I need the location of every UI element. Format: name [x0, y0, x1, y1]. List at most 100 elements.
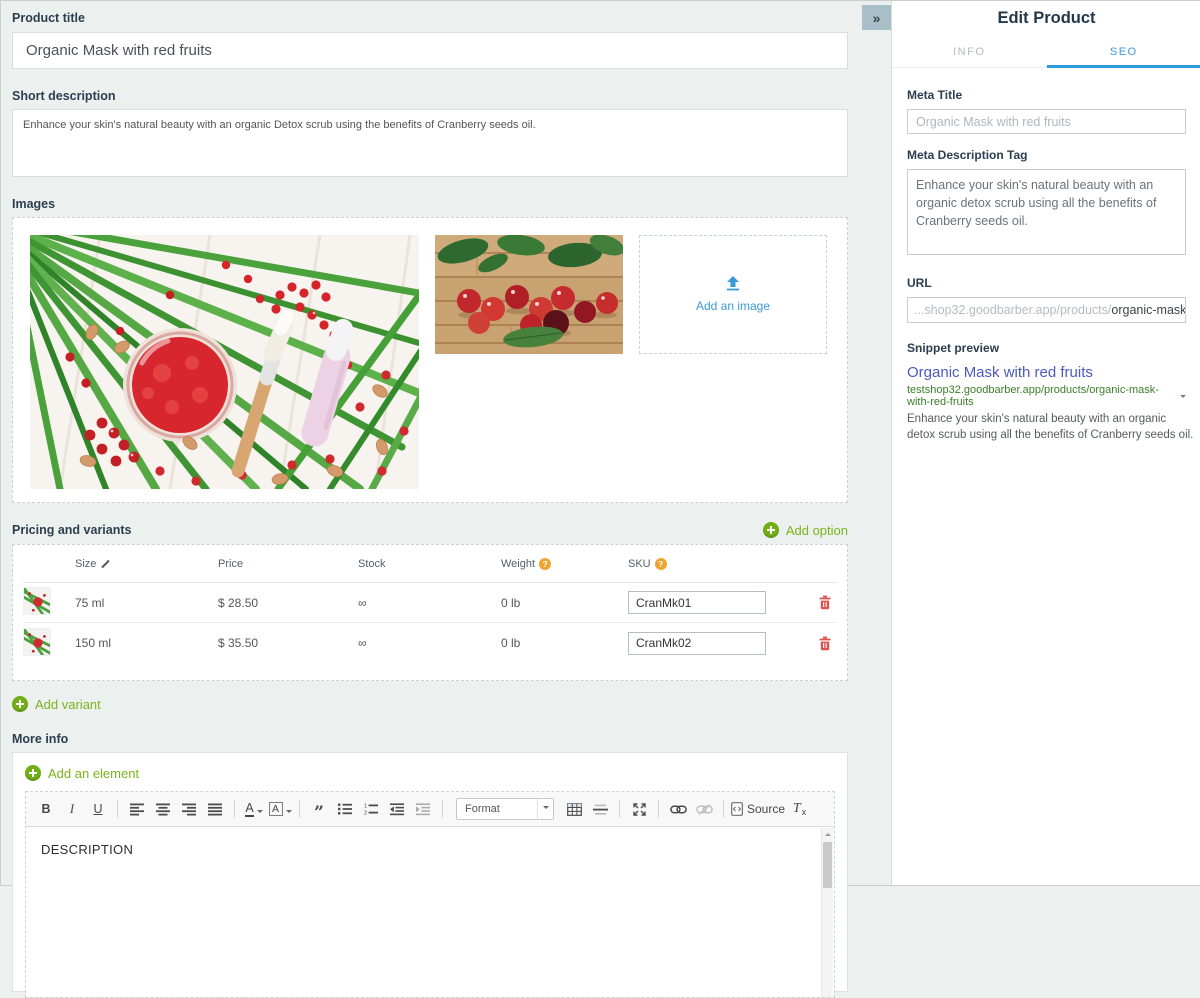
collapse-panel-button[interactable]: » [862, 5, 891, 30]
link-button[interactable] [666, 799, 690, 820]
format-dropdown-value: Format [465, 803, 500, 815]
blockquote-button[interactable]: ” [307, 799, 331, 820]
background-color-button[interactable]: A [268, 799, 292, 820]
toolbar-separator [442, 800, 443, 818]
add-image-label: Add an image [696, 299, 770, 313]
variant-row: 150 ml $ 35.50 ∞ 0 lb [23, 623, 837, 663]
scroll-up-arrow-icon[interactable] [822, 828, 833, 840]
toolbar-separator [299, 800, 300, 818]
add-variant-button[interactable]: Add variant [12, 696, 880, 712]
justify-button[interactable] [203, 799, 227, 820]
indent-button[interactable] [411, 799, 435, 820]
variant-stock: ∞ [358, 636, 501, 650]
source-label: Source [747, 802, 785, 816]
plus-icon [12, 696, 28, 712]
product-photo-cranberries[interactable] [435, 235, 623, 354]
numbered-list-button[interactable]: 12 [359, 799, 383, 820]
images-container: Add an image [12, 217, 848, 503]
horizontal-rule-button[interactable] [588, 799, 612, 820]
variant-row: 75 ml $ 28.50 ∞ 0 lb [23, 583, 837, 623]
svg-text:2: 2 [364, 811, 367, 815]
editor-content-area[interactable]: DESCRIPTION [26, 827, 834, 997]
result-options-arrow-icon[interactable] [1180, 395, 1186, 401]
col-sku-label: SKU [628, 558, 651, 570]
panel-title: Edit Product [892, 9, 1200, 28]
remove-format-button[interactable]: T x [787, 799, 811, 820]
outdent-button[interactable] [385, 799, 409, 820]
delete-variant-icon[interactable] [819, 595, 831, 610]
svg-text:1: 1 [364, 803, 367, 809]
align-left-button[interactable] [125, 799, 149, 820]
variant-weight: 0 lb [501, 636, 628, 650]
edit-product-panel: Edit Product INFO SEO Meta Title Meta De… [891, 1, 1200, 885]
bullet-list-button[interactable] [333, 799, 357, 820]
sku-help-icon[interactable]: ? [655, 558, 667, 570]
meta-description-label: Meta Description Tag [907, 148, 1186, 162]
meta-title-input[interactable] [907, 109, 1186, 134]
meta-description-input[interactable]: Enhance your skin's natural beauty with … [907, 169, 1186, 255]
format-dropdown[interactable]: Format [456, 798, 554, 820]
source-button[interactable]: Source [731, 799, 785, 820]
variant-thumbnail[interactable] [23, 628, 51, 656]
plus-icon [25, 765, 41, 781]
more-info-label: More info [12, 732, 880, 746]
snippet-description: Enhance your skin's natural beauty with … [907, 411, 1194, 443]
product-form: Product title Short description Enhance … [1, 1, 891, 885]
maximize-button[interactable] [627, 799, 651, 820]
short-description-label: Short description [12, 89, 880, 103]
weight-help-icon[interactable]: ? [539, 558, 551, 570]
url-prefix: ...shop32.goodbarber.app/products/ [914, 303, 1111, 317]
variant-price: $ 28.50 [218, 596, 358, 610]
remove-format-t: T [793, 801, 801, 817]
remove-format-x: x [802, 807, 807, 817]
text-color-button[interactable]: A [242, 799, 266, 820]
edit-pencil-icon[interactable] [100, 559, 110, 569]
align-center-button[interactable] [151, 799, 175, 820]
align-right-button[interactable] [177, 799, 201, 820]
caret-down-icon [257, 810, 263, 816]
panel-body: Meta Title Meta Description Tag Enhance … [892, 88, 1200, 443]
variant-thumbnail[interactable] [23, 587, 51, 615]
images-label: Images [12, 197, 880, 211]
snippet-url-text: testshop32.goodbarber.app/products/organ… [907, 384, 1176, 408]
add-element-button[interactable]: Add an element [25, 765, 835, 781]
short-description-input[interactable]: Enhance your skin's natural beauty with … [12, 109, 848, 177]
sku-input[interactable] [628, 632, 766, 655]
italic-button[interactable]: I [60, 799, 84, 820]
col-price-label: Price [218, 558, 243, 570]
col-size-label: Size [75, 558, 96, 570]
snippet-url: testshop32.goodbarber.app/products/organ… [907, 384, 1186, 408]
insert-table-button[interactable] [562, 799, 586, 820]
product-title-input[interactable] [12, 32, 848, 69]
product-photo-main[interactable] [30, 235, 419, 489]
caret-down-icon [286, 810, 292, 816]
product-title-label: Product title [12, 11, 880, 25]
tab-info[interactable]: INFO [892, 37, 1047, 68]
delete-variant-icon[interactable] [819, 636, 831, 651]
snippet-title-link[interactable]: Organic Mask with red fruits [907, 364, 1186, 381]
underline-button[interactable]: U [86, 799, 110, 820]
scrollbar-thumb[interactable] [823, 842, 832, 888]
toolbar-separator [723, 800, 724, 818]
url-slug: organic-mask-with-red [1111, 303, 1186, 317]
unlink-button[interactable] [692, 799, 716, 820]
sku-input[interactable] [628, 591, 766, 614]
rich-text-editor: B I U A [25, 791, 835, 998]
col-weight-label: Weight [501, 558, 535, 570]
toolbar-separator [658, 800, 659, 818]
editor-scrollbar[interactable] [821, 828, 833, 997]
add-option-button[interactable]: Add option [763, 522, 848, 538]
editor-text: DESCRIPTION [41, 842, 133, 857]
add-image-button[interactable]: Add an image [639, 235, 827, 354]
variant-price: $ 35.50 [218, 636, 358, 650]
url-input[interactable]: ...shop32.goodbarber.app/products/organi… [907, 297, 1186, 323]
panel-tabs: INFO SEO [892, 37, 1200, 68]
add-element-label: Add an element [48, 766, 139, 781]
upload-icon [725, 276, 741, 291]
bold-button[interactable]: B [34, 799, 58, 820]
toolbar-separator [117, 800, 118, 818]
meta-title-label: Meta Title [907, 88, 1186, 102]
tab-seo[interactable]: SEO [1047, 37, 1200, 68]
add-option-label: Add option [786, 523, 848, 538]
editor-toolbar: B I U A [26, 792, 834, 827]
